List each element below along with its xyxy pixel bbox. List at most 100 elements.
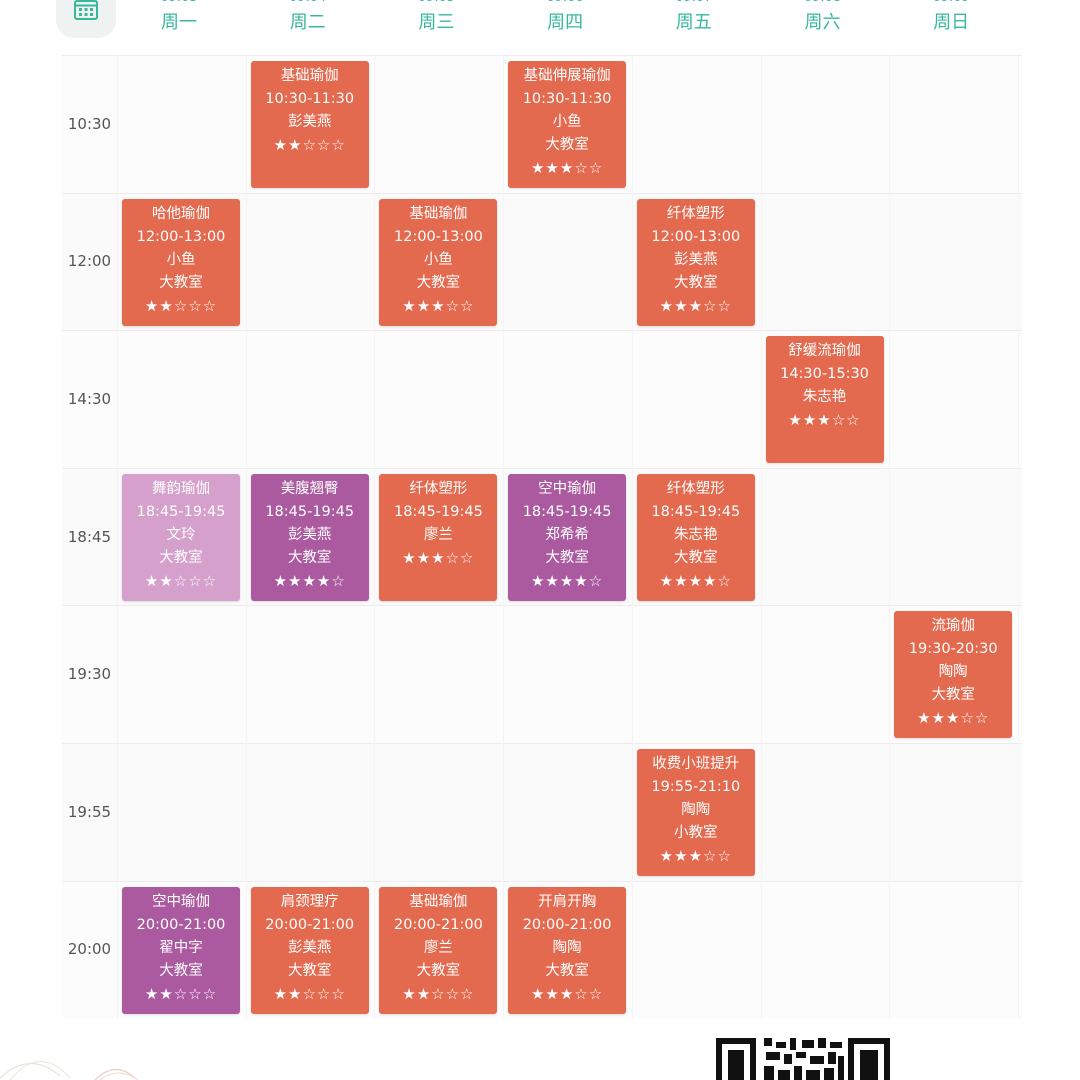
time-label: 19:30 [67, 665, 112, 684]
rating-stars: ★★☆☆☆ [273, 136, 346, 154]
class-teacher: 郑希希 [545, 526, 589, 543]
class-card[interactable]: 美腹翘臀 18:45-19:45 彭美燕 大教室 ★★★★☆ [250, 473, 369, 601]
column-divider [760, 55, 762, 1019]
class-room: 大教室 [931, 687, 975, 704]
rating-stars: ★★☆☆☆ [144, 984, 218, 1003]
class-card[interactable]: 开肩开胸 20:00-21:00 陶陶 大教室 ★★★☆☆ [508, 886, 627, 1014]
class-room: 大教室 [287, 549, 332, 566]
calendar-icon [74, 0, 98, 20]
class-teacher: 陶陶 [938, 664, 968, 681]
rating-stars: ★★★★☆ [273, 571, 346, 590]
class-name: 纤体塑形 [666, 205, 725, 222]
class-card[interactable]: 纤体塑形 12:00-13:00 彭美燕 大教室 ★★★☆☆ [636, 198, 755, 326]
class-card[interactable]: 空中瑜伽 20:00-21:00 翟中字 大教室 ★★☆☆☆ [122, 886, 240, 1014]
class-name: 空中瑜伽 [152, 893, 210, 910]
rating-stars: ★★★☆☆ [788, 411, 861, 430]
class-name: 美腹翘臀 [280, 480, 339, 497]
class-name: 基础瑜伽 [409, 893, 468, 910]
day-date: 09.06 [501, 0, 629, 6]
rating-stars: ★★★☆☆ [659, 296, 732, 315]
class-name: 基础瑜伽 [280, 68, 339, 84]
class-name: 纤体塑形 [666, 480, 725, 497]
time-row [62, 743, 1022, 881]
rating-stars: ★★★☆☆ [917, 709, 990, 728]
column-divider [631, 55, 633, 1019]
day-date: 09.07 [630, 0, 758, 6]
class-time: 19:30-20:30 [908, 641, 998, 658]
class-room: 大教室 [159, 274, 203, 291]
time-label: 10:30 [67, 114, 112, 133]
time-label: 20:00 [67, 940, 112, 959]
class-card[interactable]: 舒缓流瑜伽 14:30-15:30 朱志艳 ★★★☆☆ [765, 336, 884, 464]
class-time: 12:00-13:00 [136, 228, 226, 245]
time-label: 12:00 [67, 252, 112, 271]
class-time: 18:45-19:45 [651, 503, 741, 520]
day-name: 周五 [675, 12, 712, 33]
time-label: 19:55 [67, 802, 112, 821]
class-name: 流瑜伽 [931, 618, 975, 635]
class-teacher: 廖兰 [423, 939, 453, 956]
time-row [62, 605, 1022, 744]
day-date: 09.08 [759, 0, 887, 6]
class-name: 舞韵瑜伽 [152, 480, 210, 497]
class-name: 舒缓流瑜伽 [788, 343, 861, 360]
column-divider [1017, 55, 1019, 1019]
qr-code-image [714, 1034, 894, 1080]
class-card[interactable]: 基础瑜伽 12:00-13:00 小鱼 大教室 ★★★☆☆ [379, 198, 498, 326]
column-divider [245, 55, 247, 1019]
class-card[interactable]: 基础伸展瑜伽 10:30-11:30 小鱼 大教室 ★★★☆☆ [508, 61, 627, 188]
class-time: 14:30-15:30 [780, 366, 869, 383]
class-time: 12:00-13:00 [651, 228, 741, 245]
column-divider [374, 55, 376, 1019]
class-card[interactable]: 基础瑜伽 20:00-21:00 廖兰 大教室 ★★☆☆☆ [379, 886, 498, 1014]
class-card[interactable]: 基础瑜伽 10:30-11:30 彭美燕 ★★☆☆☆ [250, 61, 369, 188]
class-card[interactable]: 空中瑜伽 18:45-19:45 郑希希 大教室 ★★★★☆ [508, 473, 627, 601]
class-name: 纤体塑形 [409, 480, 468, 497]
class-time: 18:45-19:45 [393, 503, 483, 520]
class-time: 12:00-13:00 [393, 228, 483, 245]
class-card[interactable]: 流瑜伽 19:30-20:30 陶陶大教室 ★★★☆☆ [894, 611, 1013, 739]
class-card[interactable]: 收费小班提升 19:55-21:10 陶陶 小教室 ★★★☆☆ [636, 749, 755, 876]
day-name: 周日 [933, 12, 970, 33]
day-name: 周一 [161, 12, 197, 33]
class-teacher: 文玲 [166, 526, 196, 543]
day-name: 周四 [547, 12, 584, 33]
class-time: 18:45-19:45 [522, 503, 612, 520]
class-name: 肩颈理疗 [280, 893, 339, 910]
class-card[interactable]: 纤体塑形 18:45-19:45 朱志艳 大教室 ★★★★☆ [636, 473, 755, 601]
day-date: 09.09 [887, 0, 1015, 6]
class-card[interactable]: 肩颈理疗 20:00-21:00 彭美燕 大教室 ★★☆☆☆ [250, 886, 369, 1014]
rating-stars: ★★☆☆☆ [144, 571, 218, 590]
rating-stars: ★★☆☆☆ [273, 984, 346, 1003]
class-room: 大教室 [545, 549, 589, 566]
column-divider [503, 55, 505, 1019]
class-teacher: 小鱼 [423, 251, 453, 268]
class-time: 20:00-21:00 [136, 916, 226, 933]
class-teacher: 陶陶 [552, 939, 582, 956]
calendar-button[interactable] [56, 0, 116, 38]
class-time: 20:00-21:00 [522, 916, 612, 933]
class-time: 20:00-21:00 [265, 916, 355, 933]
class-card[interactable]: 舞韵瑜伽 18:45-19:45 文玲大教室 ★★☆☆☆ [122, 473, 240, 601]
class-teacher: 彭美燕 [287, 939, 332, 956]
class-room: 大教室 [674, 549, 718, 566]
class-card[interactable]: 哈他瑜伽 12:00-13:00 小鱼 大教室 ★★☆☆☆ [122, 198, 240, 326]
column-divider [889, 55, 891, 1019]
class-teacher: 彭美燕 [287, 114, 332, 130]
class-teacher: 翟中字 [159, 939, 203, 956]
class-room: 大教室 [416, 274, 461, 291]
class-room: 大教室 [416, 962, 461, 979]
class-name: 哈他瑜伽 [152, 205, 210, 222]
class-room: 大教室 [159, 549, 203, 566]
day-name: 周六 [804, 12, 841, 33]
class-teacher: 朱志艳 [802, 389, 847, 406]
class-teacher: 彭美燕 [287, 526, 332, 543]
day-name: 周三 [418, 12, 455, 33]
class-card[interactable]: 纤体塑形 18:45-19:45 廖兰 ★★★☆☆ [379, 473, 498, 601]
rating-stars: ★★★★☆ [659, 571, 732, 590]
day-date: 09.05 [372, 0, 500, 6]
class-time: 18:45-19:45 [136, 503, 226, 520]
rating-stars: ★★☆☆☆ [144, 296, 218, 315]
time-label: 14:30 [67, 390, 112, 408]
class-teacher: 陶陶 [681, 802, 711, 818]
